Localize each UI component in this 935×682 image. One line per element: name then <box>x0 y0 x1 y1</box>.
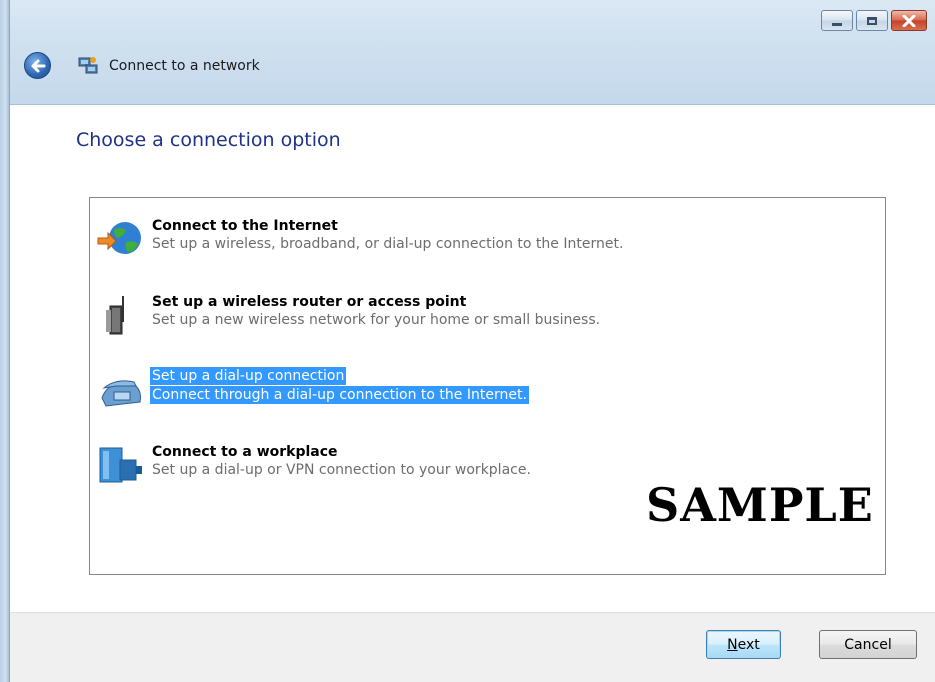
option-description: Connect through a dial-up connection to … <box>150 386 529 404</box>
maximize-button[interactable] <box>856 10 888 31</box>
option-title: Set up a dial-up connection <box>150 367 347 385</box>
next-button[interactable]: Next <box>706 630 781 659</box>
window-title: Connect to a network <box>109 58 260 74</box>
network-connection-icon <box>78 57 98 74</box>
option-title: Set up a wireless router or access point <box>152 294 467 310</box>
option-wireless-router[interactable]: Set up a wireless router or access point… <box>96 292 876 338</box>
globe-icon <box>97 222 141 254</box>
option-connect-internet[interactable]: Connect to the Internet Set up a wireles… <box>96 216 876 262</box>
caption-buttons <box>821 10 927 31</box>
minimize-icon <box>832 22 842 26</box>
option-description: Set up a wireless, broadband, or dial-up… <box>152 236 624 252</box>
connect-to-network-window: Connect to a network Choose a connection… <box>0 0 935 682</box>
page-heading: Choose a connection option <box>76 129 341 151</box>
title-bar <box>10 0 935 105</box>
content-area: Choose a connection option Connect to th… <box>10 105 935 612</box>
connection-options-list: Connect to the Internet Set up a wireles… <box>89 197 886 575</box>
option-description: Set up a new wireless network for your h… <box>152 312 601 328</box>
back-button[interactable] <box>24 52 51 79</box>
maximize-icon <box>867 16 877 25</box>
cancel-button[interactable]: Cancel <box>819 630 917 659</box>
workplace-icon <box>99 447 142 483</box>
router-icon <box>106 296 124 335</box>
option-dial-up[interactable]: Set up a dial-up connection Connect thro… <box>96 367 876 414</box>
button-bar: Next Cancel <box>10 612 935 682</box>
option-title: Connect to a workplace <box>152 444 338 460</box>
window-frame-left <box>0 0 10 682</box>
sample-watermark: SAMPLE <box>646 478 874 532</box>
option-description: Set up a dial-up or VPN connection to yo… <box>152 462 531 478</box>
close-icon <box>902 14 916 27</box>
option-title: Connect to the Internet <box>152 218 338 234</box>
back-arrow-icon <box>31 59 46 73</box>
next-label: ext <box>737 636 760 653</box>
minimize-button[interactable] <box>821 10 853 31</box>
next-mnemonic: N <box>727 636 738 653</box>
close-button[interactable] <box>891 10 927 31</box>
phone-icon <box>101 380 141 407</box>
